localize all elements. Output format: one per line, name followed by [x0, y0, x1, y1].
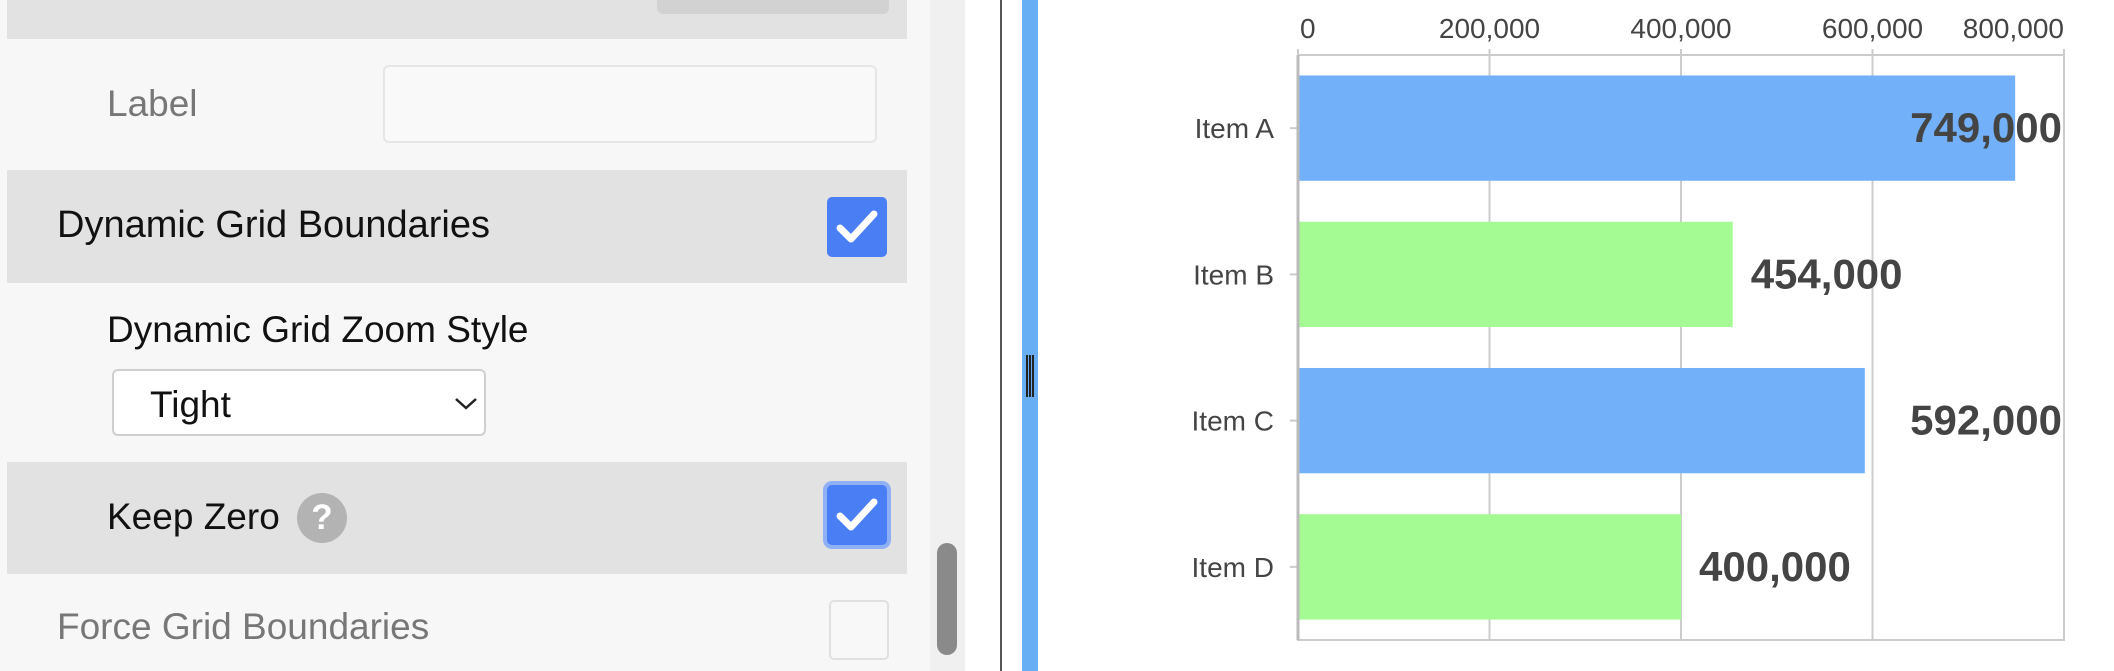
- dynamic-grid-zoom-style-label: Dynamic Grid Zoom Style: [107, 309, 529, 350]
- keep-zero-checkbox[interactable]: [827, 485, 887, 545]
- data-label: 400,000: [1699, 543, 1851, 590]
- x-tick-label: 0: [1300, 13, 1316, 44]
- settings-row-top: [7, 0, 907, 39]
- category-label: Item A: [1195, 113, 1275, 144]
- bar: [1298, 221, 1733, 328]
- checkmark-icon: [836, 498, 878, 531]
- label-input[interactable]: [383, 65, 877, 143]
- splitter-bar[interactable]: [1022, 0, 1038, 671]
- splitter-grip-icon[interactable]: [1026, 355, 1034, 397]
- bar: [1298, 75, 2016, 181]
- chevron-down-icon: [455, 398, 477, 410]
- data-label: 592,000: [1910, 397, 2062, 444]
- checkmark-icon: [836, 210, 878, 243]
- bar-chart: 0 200,000 400,000 600,000 800,000 Item A 749,0…: [1192, 13, 2065, 641]
- settings-panel: Label Dynamic Grid Boundaries Dynamic Gr…: [0, 0, 930, 671]
- dynamic-grid-boundaries-label: Dynamic Grid Boundaries: [57, 204, 490, 246]
- data-label: 749,000: [1910, 104, 2062, 151]
- dynamic-grid-boundaries-row: Dynamic Grid Boundaries: [7, 170, 907, 283]
- force-grid-boundaries-checkbox[interactable]: [829, 600, 889, 660]
- label-row: Label: [7, 39, 907, 170]
- x-tick-label: 800,000: [1963, 13, 2064, 44]
- bar: [1298, 514, 1681, 620]
- x-tick-label: 200,000: [1439, 13, 1540, 44]
- dynamic-grid-boundaries-checkbox[interactable]: [827, 197, 887, 257]
- zoom-style-selected-value: Tight: [150, 384, 231, 425]
- chart-area: 0 200,000 400,000 600,000 800,000 Item A 749,0…: [1038, 0, 2114, 671]
- category-label: Item C: [1192, 406, 1274, 437]
- force-grid-boundaries-label: Force Grid Boundaries: [57, 606, 430, 647]
- x-tick-label: 600,000: [1822, 13, 1923, 44]
- data-label: 454,000: [1751, 250, 1903, 297]
- label-field-label: Label: [107, 83, 198, 124]
- dynamic-grid-zoom-style-select[interactable]: Tight: [112, 369, 486, 436]
- scrollbar-thumb[interactable]: [937, 543, 957, 655]
- keep-zero-row: Keep Zero ?: [7, 462, 907, 574]
- divider-line: [1000, 0, 1002, 671]
- top-button[interactable]: [657, 0, 889, 14]
- bar: [1298, 367, 1865, 474]
- category-label: Item B: [1193, 259, 1274, 290]
- keep-zero-label: Keep Zero: [107, 496, 280, 537]
- category-label: Item D: [1192, 552, 1274, 583]
- x-tick-label: 400,000: [1630, 13, 1731, 44]
- help-icon[interactable]: ?: [297, 493, 347, 543]
